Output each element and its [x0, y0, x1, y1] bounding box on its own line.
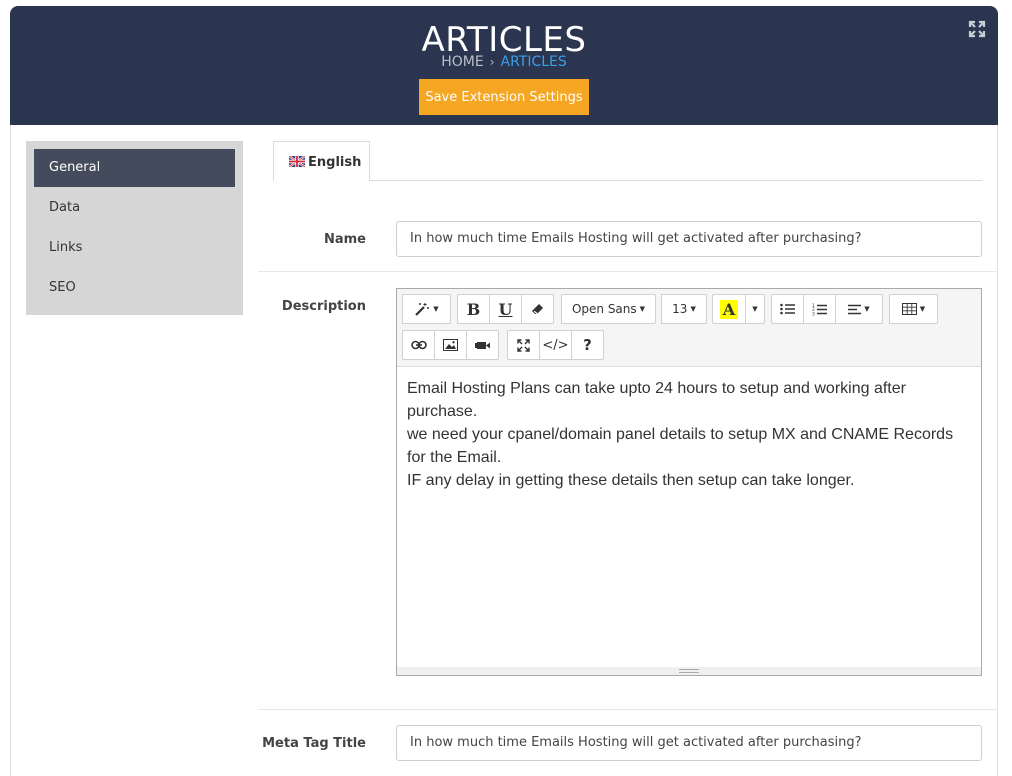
font-family-select[interactable]: Open Sans ▼: [561, 294, 656, 324]
meta-title-input[interactable]: In how much time Emails Hosting will get…: [396, 725, 982, 761]
paragraph-align-button[interactable]: ▼: [835, 294, 883, 324]
editor-toolbar: ▼ B U Open Sans ▼ 13 ▼ A ▼ 1 2 3 ▼ ▼ </>…: [397, 289, 981, 367]
table-icon: [901, 303, 917, 315]
chevron-down-icon: ▼: [690, 305, 696, 313]
editor-resize-handle[interactable]: [397, 667, 981, 675]
rich-text-editor: ▼ B U Open Sans ▼ 13 ▼ A ▼ 1 2 3 ▼ ▼ </>…: [396, 288, 982, 676]
font-size-select[interactable]: 13 ▼: [661, 294, 707, 324]
content-paragraph: we need your cpanel/domain panel details…: [407, 426, 954, 466]
tab-english-label: English: [308, 155, 362, 170]
help-button[interactable]: ?: [571, 330, 604, 360]
chevron-down-icon: ▼: [433, 305, 439, 313]
underline-button[interactable]: U: [489, 294, 522, 324]
bold-icon: B: [466, 299, 481, 319]
font-size-value: 13: [672, 302, 688, 316]
fullscreen-button[interactable]: [507, 330, 540, 360]
highlight-icon: A: [719, 299, 739, 319]
sidebar-item-seo[interactable]: SEO: [34, 269, 235, 307]
unordered-list-button[interactable]: [771, 294, 804, 324]
breadcrumb-separator: ›: [489, 55, 495, 69]
insert-table-button[interactable]: ▼: [889, 294, 938, 324]
save-extension-settings-button[interactable]: Save Extension Settings: [419, 79, 589, 115]
code-view-button[interactable]: </>: [539, 330, 572, 360]
description-label: Description: [281, 299, 366, 314]
row-divider: [258, 271, 998, 272]
tab-english[interactable]: English: [273, 141, 370, 181]
video-icon: [474, 342, 490, 349]
insert-video-button[interactable]: [466, 330, 499, 360]
content-paragraph: IF any delay in getting these details th…: [407, 472, 855, 489]
page-header: ARTICLES HOME › ARTICLES Save Extension Se…: [10, 6, 998, 125]
content-paragraph: Email Hosting Plans can take upto 24 hou…: [407, 380, 906, 420]
chevron-down-icon: ▼: [639, 305, 646, 313]
highlight-color-dropdown[interactable]: ▼: [745, 294, 765, 324]
image-icon: [443, 339, 458, 351]
sidebar-item-data[interactable]: Data: [34, 189, 235, 227]
code-icon: </>: [542, 337, 569, 353]
help-icon: ?: [583, 336, 592, 354]
bold-button[interactable]: B: [457, 294, 490, 324]
insert-link-button[interactable]: [402, 330, 435, 360]
sidebar-item-general[interactable]: General: [34, 149, 235, 187]
breadcrumb-home[interactable]: HOME: [441, 54, 483, 70]
bullet-list-icon: [780, 303, 795, 315]
meta-title-label: Meta Tag Title: [262, 736, 366, 751]
grip-icon: [679, 669, 699, 673]
chevron-down-icon: ▼: [919, 305, 926, 313]
name-input[interactable]: In how much time Emails Hosting will get…: [396, 221, 982, 257]
sidebar-item-links[interactable]: Links: [34, 229, 235, 267]
chevron-down-icon: ▼: [864, 305, 870, 313]
fullscreen-icon[interactable]: [968, 20, 986, 38]
breadcrumb: HOME › ARTICLES: [10, 54, 998, 70]
insert-image-button[interactable]: [434, 330, 467, 360]
eraser-icon: [532, 304, 543, 315]
sidebar-nav: General Data Links SEO: [26, 141, 243, 315]
align-left-icon: [848, 304, 862, 314]
expand-icon: [517, 338, 530, 352]
ordered-list-button[interactable]: 1 2 3: [803, 294, 836, 324]
underline-icon: U: [498, 299, 513, 319]
numbered-list-icon: 1 2 3: [812, 303, 827, 316]
row-divider: [258, 709, 998, 710]
font-family-value: Open Sans: [571, 302, 637, 316]
svg-text:3: 3: [812, 311, 815, 316]
magic-wand-icon: [415, 303, 430, 316]
link-icon: [410, 340, 427, 350]
chevron-down-icon: ▼: [752, 305, 758, 313]
magic-style-button[interactable]: ▼: [402, 294, 451, 324]
highlight-color-button[interactable]: A: [712, 294, 746, 324]
breadcrumb-current[interactable]: ARTICLES: [501, 54, 567, 70]
uk-flag-icon: [289, 156, 305, 167]
tab-divider: [370, 180, 982, 181]
clear-format-button[interactable]: [521, 294, 554, 324]
name-label: Name: [323, 232, 366, 247]
editor-content[interactable]: Email Hosting Plans can take upto 24 hou…: [407, 377, 973, 492]
